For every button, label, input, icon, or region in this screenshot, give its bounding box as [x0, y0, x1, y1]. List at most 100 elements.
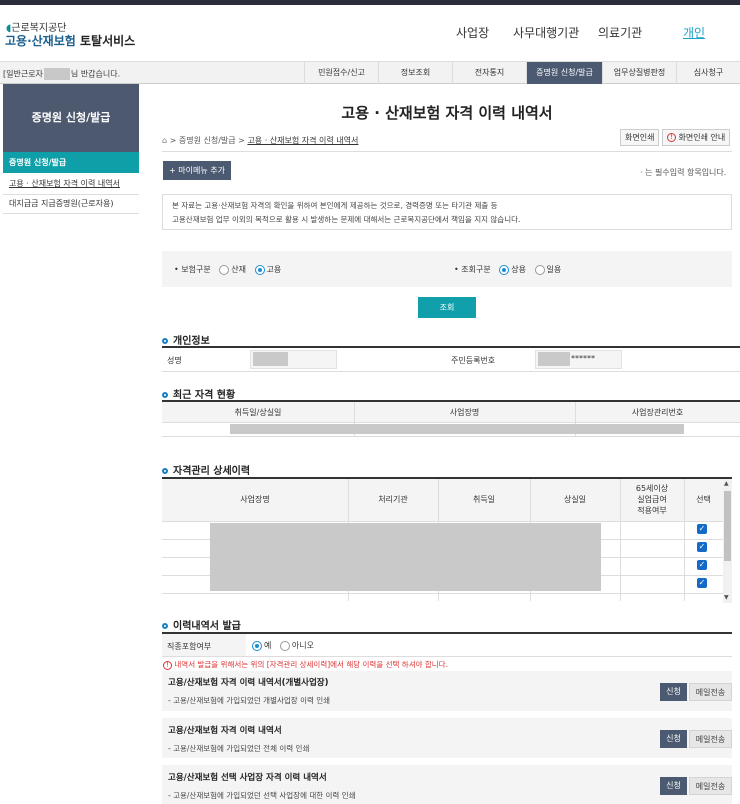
radio-sanjae[interactable] — [219, 264, 230, 275]
mail-send-button[interactable]: 메일전송 — [689, 777, 732, 795]
radio-job-yes[interactable] — [252, 640, 262, 651]
apply-button[interactable]: 신청 — [660, 683, 687, 701]
th-agency: 처리기관 — [378, 495, 408, 504]
issue-item: 고용/산재보험 자격 이력 내역서 - 고용/산재보험에 가입되었던 전체 이력… — [162, 718, 732, 758]
radio-regular[interactable] — [499, 264, 510, 275]
logo-title[interactable]: 고용·산재보험 토탈서비스 — [5, 32, 135, 49]
job-include-label: 직종포함여부 — [167, 642, 212, 651]
history-scrollbar[interactable]: ▲ ▼ — [723, 479, 732, 603]
radio-label: 아니오 — [291, 641, 315, 650]
section-title: 이력내역서 발급 — [173, 621, 241, 632]
lnb-divider — [3, 194, 139, 195]
menu-certificate[interactable]: 증명원 신청/발급 — [526, 62, 602, 84]
divider — [162, 371, 740, 372]
rrn-suffix: ****** — [571, 354, 595, 363]
welcome-prefix: [일반근로자 — [3, 69, 43, 79]
breadcrumb-item[interactable]: 증명원 신청/발급 — [179, 136, 236, 145]
top-dark-bar — [0, 0, 740, 5]
menu-civil-report[interactable]: 민원접수/신고 — [304, 62, 378, 84]
lnb-item-payment-cert[interactable]: 대지급금 지급증명원(근로자용) — [3, 196, 139, 212]
gnb-personal[interactable]: 개인 — [683, 24, 705, 41]
radio-label: 일용 — [546, 265, 562, 274]
divider — [162, 656, 732, 657]
query-type-group: • 조회구분 상용 일용 — [454, 264, 561, 275]
rrn-label: 주민등록번호 — [451, 356, 496, 365]
notice-line: 고용산재보험 업무 이외의 목적으로 활용 시 발생하는 문제에 대해서는 근로… — [172, 215, 521, 224]
th-loss-date: 상실일 — [563, 495, 587, 504]
query-button[interactable]: 조회 — [418, 297, 476, 318]
th-workplace: 사업장명 — [240, 495, 270, 504]
lnb-selected-item[interactable]: 증명원 신청/발급 — [3, 152, 139, 173]
table-top-line — [162, 346, 740, 348]
warning-text: 내역서 발급을 위해서는 위의 [자격관리 상세이력]에서 해당 이력을 선택 … — [174, 660, 448, 669]
breadcrumb-current[interactable]: 고용 · 산재보험 자격 이력 내역서 — [247, 136, 358, 145]
issue-item-title: 고용/산재보험 자격 이력 내역서(개별사업장) — [168, 678, 329, 688]
menu-e-notice[interactable]: 전자통지 — [452, 62, 526, 84]
selection-warning: ! 내역서 발급을 위해서는 위의 [자격관리 상세이력]에서 해당 이력을 선… — [163, 659, 448, 670]
welcome-suffix: 님 반갑습니다. — [70, 69, 121, 79]
divider — [162, 436, 740, 437]
lnb-item-history[interactable]: 고용 · 산재보험 자격 이력 내역서 — [3, 176, 139, 192]
menu-review-claim[interactable]: 심사청구 — [676, 62, 740, 84]
th-over65-line: 적용여부 — [637, 506, 667, 515]
job-include-group: 예 아니오 — [246, 640, 314, 651]
insurance-type-group: • 보험구분 산재 고용 — [174, 264, 281, 275]
row-checkbox[interactable]: ✓ — [697, 560, 707, 570]
issue-item-desc: - 고용/산재보험에 가입되었던 전체 이력 인쇄 — [168, 744, 310, 753]
apply-button[interactable]: 신청 — [660, 777, 687, 795]
alert-icon: ! — [163, 660, 172, 670]
breadcrumb: ⌂ > 증명원 신청/발급 > 고용 · 산재보험 자격 이력 내역서 — [162, 136, 359, 145]
notice-box: 본 자료는 고용·산재보험 자격의 확인을 위하여 본인에게 제공하는 것으로,… — [162, 194, 732, 230]
mail-send-button[interactable]: 메일전송 — [689, 683, 732, 701]
lnb-divider — [3, 213, 139, 214]
menu-info-query[interactable]: 정보조회 — [378, 62, 452, 84]
issue-item-desc: - 고용/산재보험에 가입되었던 개별사업장 이력 인쇄 — [168, 696, 331, 705]
logo-main-b: 토탈서비스 — [80, 34, 136, 48]
masked-name — [43, 68, 70, 80]
section-personal: 개인정보 — [162, 332, 210, 347]
mail-send-button[interactable]: 메일전송 — [689, 730, 732, 748]
apply-button[interactable]: 신청 — [660, 730, 687, 748]
add-mymenu-button[interactable]: + 마이메뉴 추가 — [163, 161, 231, 180]
home-icon[interactable]: ⌂ — [162, 136, 167, 145]
masked-name-value — [253, 352, 288, 366]
radio-job-no[interactable] — [279, 640, 290, 651]
gnb-agency[interactable]: 사무대행기관 — [513, 24, 579, 41]
masked-recent-row — [230, 424, 684, 434]
th-over65-line: 65세이상 — [635, 484, 669, 493]
radio-label: 상용 — [511, 265, 526, 274]
divider — [162, 422, 740, 423]
page-title: 고용 · 산재보험 자격 이력 내역서 — [341, 104, 553, 122]
section-bullet-icon — [162, 338, 168, 344]
gnb-business[interactable]: 사업장 — [456, 24, 489, 41]
row-checkbox[interactable]: ✓ — [697, 578, 707, 588]
print-button[interactable]: 화면인쇄 — [620, 129, 660, 146]
col-divider — [620, 479, 621, 601]
print-guide-button[interactable]: ! 화면인쇄 안내 — [662, 129, 731, 146]
query-type-label: • 조회구분 — [454, 265, 491, 274]
gnb-medical[interactable]: 의료기관 — [598, 24, 642, 41]
scroll-down-icon[interactable]: ▼ — [724, 594, 729, 601]
row-checkbox[interactable]: ✓ — [697, 524, 707, 534]
th-over65: 65세이상실업급여적용여부 — [620, 483, 684, 516]
scrollbar-thumb[interactable] — [724, 491, 731, 561]
lnb-title: 증명원 신청/발급 — [3, 84, 139, 152]
th-over65-line: 실업급여 — [637, 495, 667, 504]
main-menubar: [일반근로자 님 반갑습니다. 민원접수/신고 정보조회 전자통지 증명원 신청/… — [0, 61, 740, 84]
radio-daily[interactable] — [534, 264, 545, 275]
scroll-up-icon[interactable]: ▲ — [724, 480, 729, 487]
table-top-line — [162, 632, 732, 634]
th-acq-loss-date: 취득일/상실일 — [234, 408, 282, 417]
row-checkbox[interactable]: ✓ — [697, 542, 707, 552]
section-bullet-icon — [162, 623, 168, 629]
insurance-type-label: • 보험구분 — [174, 265, 211, 274]
menu-disease-judgment[interactable]: 업무상질병판정 — [602, 62, 676, 84]
radio-goyong[interactable] — [254, 264, 265, 275]
welcome-message: [일반근로자 님 반갑습니다. — [3, 68, 120, 80]
radio-label: 고용 — [266, 265, 282, 274]
section-recent: 최근 자격 현황 — [162, 386, 235, 401]
th-workplace-name: 사업장명 — [449, 408, 480, 417]
issue-item-title: 고용/산재보험 선택 사업장 자격 이력 내역서 — [168, 773, 327, 783]
issue-item-title: 고용/산재보험 자격 이력 내역서 — [168, 726, 282, 736]
section-history: 자격관리 상세이력 — [162, 462, 250, 477]
